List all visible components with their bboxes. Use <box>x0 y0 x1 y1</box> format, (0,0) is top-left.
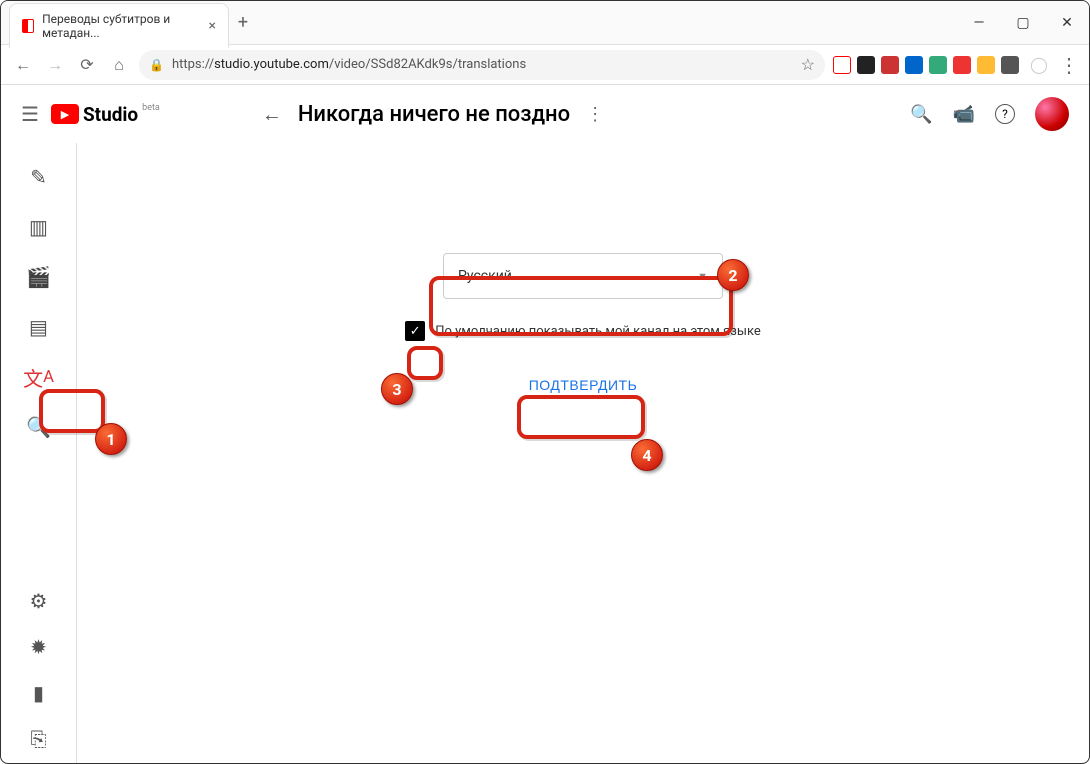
address-bar[interactable]: 🔒 https://studio.youtube.com/video/SSd82… <box>139 50 825 80</box>
help-icon[interactable]: ? <box>995 104 1015 124</box>
checkbox-label: По умолчанию показывать мой канал на это… <box>435 324 761 339</box>
back-arrow-button[interactable]: ← <box>262 102 282 127</box>
window-close-button[interactable]: ✕ <box>1045 6 1089 40</box>
updates-icon[interactable]: ▮ <box>25 679 53 707</box>
ext-icon[interactable] <box>1001 56 1019 74</box>
studio-logo[interactable]: ▶ Studio beta <box>51 103 160 126</box>
nav-reload-button[interactable]: ⟳ <box>75 53 99 77</box>
language-value: Русский <box>458 268 512 284</box>
new-tab-button[interactable]: + <box>229 12 257 33</box>
avatar[interactable] <box>1035 97 1069 131</box>
music-icon[interactable]: 🔍 <box>25 413 53 441</box>
profile-icon[interactable]: ◯ <box>1027 53 1051 77</box>
ext-icon[interactable] <box>905 56 923 74</box>
brand-beta-label: beta <box>142 103 160 113</box>
title-more-button[interactable]: ⋮ <box>586 104 604 125</box>
window-minimize-button[interactable]: — <box>957 6 1001 40</box>
chevron-down-icon: ▼ <box>697 270 708 283</box>
tab-close-icon[interactable]: × <box>209 18 216 34</box>
ext-icon[interactable] <box>977 56 995 74</box>
default-language-checkbox[interactable]: ✓ <box>405 321 425 341</box>
brand-label: Studio <box>83 103 138 126</box>
youtube-favicon <box>22 19 34 33</box>
exit-icon[interactable]: ⎘ <box>25 725 53 753</box>
language-select[interactable]: Русский ▼ <box>443 253 723 299</box>
translate-icon[interactable]: 文A <box>25 363 53 391</box>
ext-icon[interactable] <box>881 56 899 74</box>
nav-back-button[interactable]: ← <box>11 53 35 77</box>
page-title: Никогда ничего не поздно <box>298 102 570 127</box>
extension-tray <box>833 56 1019 74</box>
analytics-icon[interactable]: ▥ <box>25 213 53 241</box>
confirm-button[interactable]: ПОДТВЕРДИТЬ <box>513 367 654 403</box>
menu-icon[interactable]: ☰ <box>21 102 39 126</box>
tab-title: Переводы субтитров и метадан... <box>42 12 200 40</box>
browser-menu-button[interactable]: ⋮ <box>1059 53 1079 77</box>
browser-tab[interactable]: Переводы субтитров и метадан... × <box>9 3 229 48</box>
editor-icon[interactable]: 🎬 <box>25 263 53 291</box>
comments-icon[interactable]: ▤ <box>25 313 53 341</box>
window-maximize-button[interactable]: ▢ <box>1001 6 1045 40</box>
bookmark-star-icon[interactable]: ☆ <box>801 55 815 74</box>
studio-header: ☰ ▶ Studio beta ← Никогда ничего не позд… <box>1 85 1089 143</box>
ext-icon[interactable] <box>833 56 851 74</box>
url-text: https://studio.youtube.com/video/SSd82AK… <box>172 57 526 72</box>
youtube-icon: ▶ <box>51 104 79 124</box>
create-video-icon[interactable]: 📹 <box>953 104 975 125</box>
lock-icon: 🔒 <box>149 58 164 72</box>
browser-toolbar: ← → ⟳ ⌂ 🔒 https://studio.youtube.com/vid… <box>1 45 1089 85</box>
window-titlebar: Переводы субтитров и метадан... × + — ▢ … <box>1 1 1089 45</box>
settings-icon[interactable]: ⚙ <box>25 587 53 615</box>
ext-icon[interactable] <box>953 56 971 74</box>
feedback-icon[interactable]: ✹ <box>25 633 53 661</box>
nav-forward-button[interactable]: → <box>43 53 67 77</box>
sidebar: ✎ ▥ 🎬 ▤ 文A 🔍 ⚙ ✹ ▮ ⎘ <box>1 143 77 763</box>
main-content: Русский ▼ ✓ По умолчанию показывать мой … <box>77 143 1089 763</box>
search-icon[interactable]: 🔍 <box>910 104 932 125</box>
edit-icon[interactable]: ✎ <box>25 163 53 191</box>
ext-icon[interactable] <box>929 56 947 74</box>
ext-icon[interactable] <box>857 56 875 74</box>
nav-home-button[interactable]: ⌂ <box>107 53 131 77</box>
